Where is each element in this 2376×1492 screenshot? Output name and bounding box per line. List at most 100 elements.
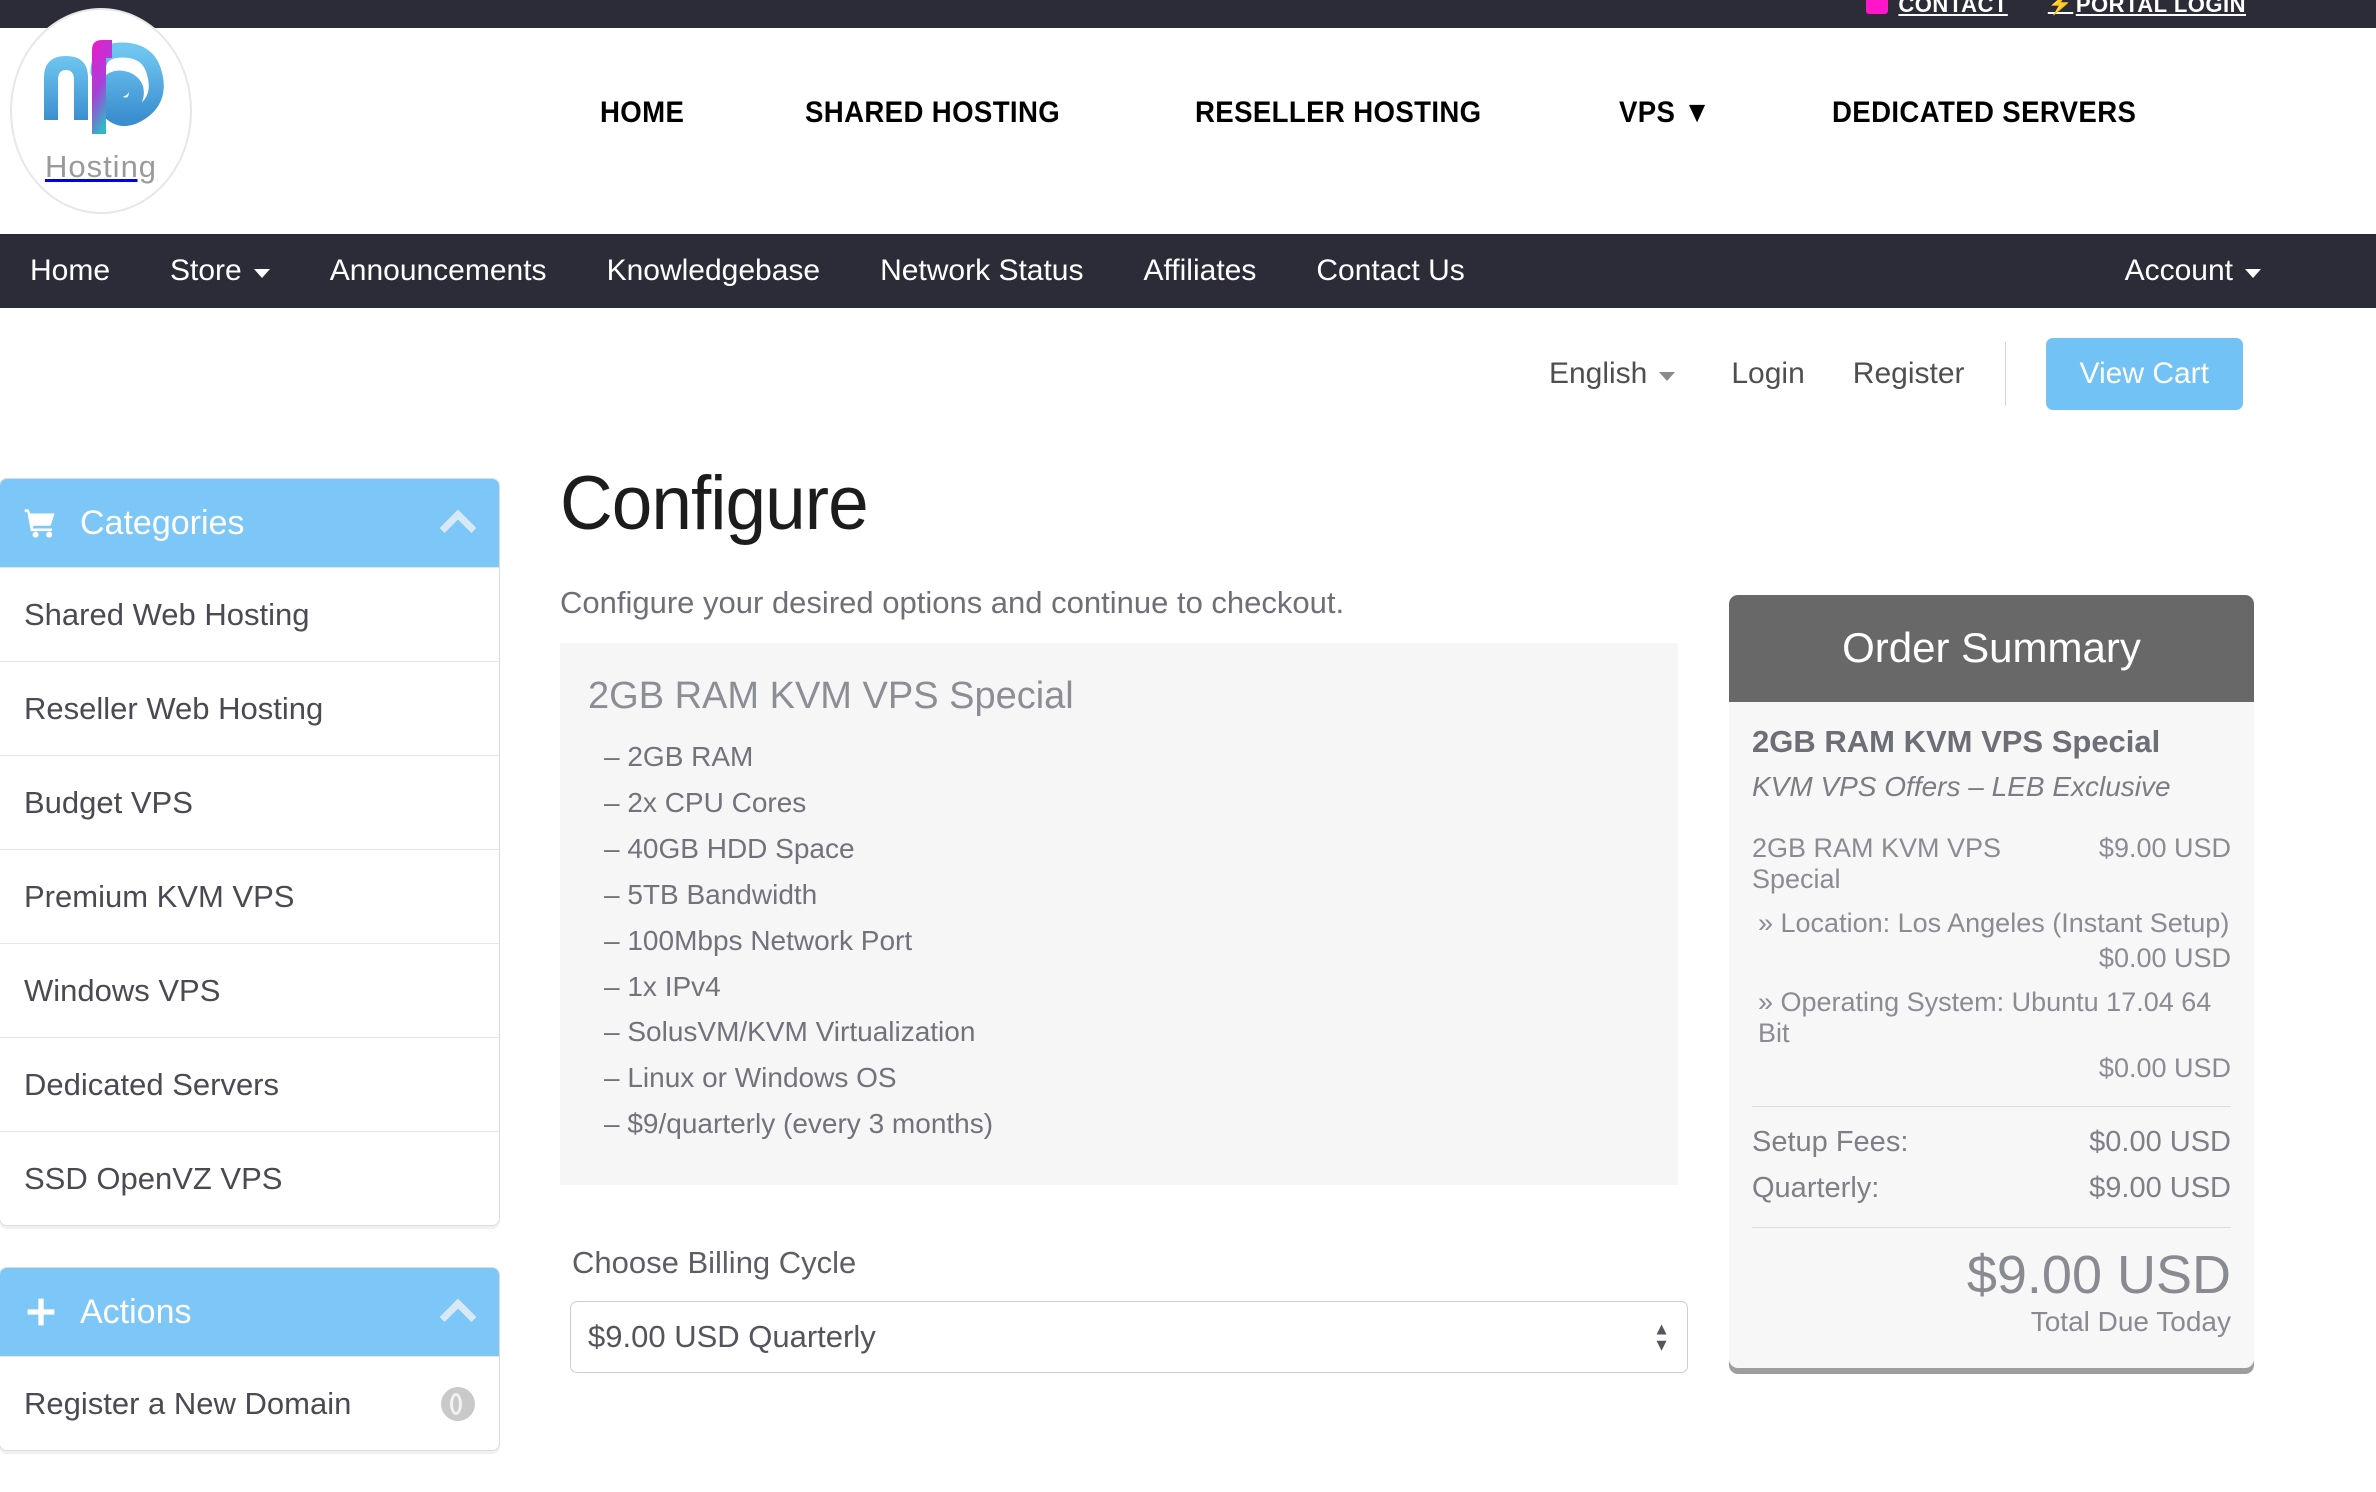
summary-setup-fees-value: $0.00 USD bbox=[2089, 1126, 2231, 1158]
summary-config-price: $0.00 USD bbox=[2098, 1053, 2231, 1083]
actions-panel: Actions Register a New Domain bbox=[0, 1267, 500, 1451]
order-summary-heading: Order Summary bbox=[1729, 595, 2254, 702]
top-contact-link[interactable]: CONTACT bbox=[1866, 0, 2007, 18]
top-portal-login-link[interactable]: ⚡ PORTAL LOGIN bbox=[2048, 0, 2246, 18]
billing-cycle-select-wrapper: $9.00 USD Quarterly ▲ ▼ bbox=[570, 1301, 1688, 1374]
login-link[interactable]: Login bbox=[1731, 357, 1804, 391]
subnav-item-home[interactable]: Home bbox=[0, 254, 140, 288]
nav-vps-dropdown[interactable]: VPS ▼ bbox=[1619, 96, 1711, 130]
summary-quarterly-value: $9.00 USD bbox=[2089, 1172, 2231, 1204]
subnav-item-account[interactable]: Account bbox=[2095, 254, 2291, 288]
subnav-label-store: Store bbox=[170, 254, 242, 287]
summary-setup-fees-label: Setup Fees: bbox=[1752, 1126, 1909, 1158]
user-action-bar: English Login Register View Cart bbox=[0, 308, 2376, 440]
chevron-down-icon bbox=[1659, 371, 1676, 381]
subnav-label-announcements: Announcements bbox=[329, 254, 547, 287]
product-feature: – $9/quarterly (every 3 months) bbox=[604, 1108, 994, 1140]
product-summary-box: 2GB RAM KVM VPS Special – 2GB RAM – 2x C… bbox=[560, 643, 1678, 1186]
subnav-label-home: Home bbox=[30, 254, 111, 287]
nf6-logo-icon bbox=[44, 39, 164, 134]
sidebar-item-label: Windows VPS bbox=[24, 972, 221, 1008]
primary-navigation: HOME SHARED HOSTING RESELLER HOSTING VPS… bbox=[600, 96, 2163, 130]
sidebar-item-register-new-domain[interactable]: Register a New Domain bbox=[0, 1356, 499, 1450]
subnav-item-network-status[interactable]: Network Status bbox=[850, 254, 1113, 288]
product-feature: – 5TB Bandwidth bbox=[604, 878, 818, 910]
main-content: Configure Configure your desired options… bbox=[560, 460, 1710, 1374]
product-feature: – SolusVM/KVM Virtualization bbox=[604, 1016, 976, 1048]
subnav-item-announcements[interactable]: Announcements bbox=[300, 254, 577, 288]
categories-panel-title: Categories bbox=[80, 503, 245, 542]
product-name: 2GB RAM KVM VPS Special bbox=[588, 675, 1074, 717]
billing-cycle-select[interactable]: $9.00 USD Quarterly bbox=[570, 1301, 1688, 1374]
summary-total-label: Total Due Today bbox=[2030, 1305, 2231, 1337]
top-contact-bar: CONTACT ⚡ PORTAL LOGIN bbox=[0, 0, 2376, 28]
order-summary-panel: Order Summary 2GB RAM KVM VPS Special KV… bbox=[1729, 595, 2254, 1368]
chevron-down-icon bbox=[253, 268, 270, 278]
summary-base-label: 2GB RAM KVM VPS Special bbox=[1752, 833, 2002, 894]
top-contact-label: CONTACT bbox=[1898, 0, 2008, 17]
nav-reseller-hosting[interactable]: RESELLER HOSTING bbox=[1195, 96, 1482, 130]
billing-cycle-label: Choose Billing Cycle bbox=[572, 1245, 857, 1281]
left-sidebar: Categories Shared Web Hosting Reseller W… bbox=[0, 478, 500, 1492]
envelope-icon bbox=[1866, 0, 1889, 14]
nav-home[interactable]: HOME bbox=[600, 96, 684, 130]
categories-panel: Categories Shared Web Hosting Reseller W… bbox=[0, 478, 500, 1226]
subnav-item-affiliates[interactable]: Affiliates bbox=[1114, 254, 1287, 288]
nav-shared-hosting[interactable]: SHARED HOSTING bbox=[805, 96, 1060, 130]
summary-config-label: » Location: Los Angeles (Instant Setup) bbox=[1758, 908, 2230, 938]
sidebar-item-label: Reseller Web Hosting bbox=[24, 690, 324, 726]
secondary-nav-right: Account bbox=[2095, 254, 2376, 288]
subnav-label-account: Account bbox=[2124, 254, 2233, 287]
categories-panel-header[interactable]: Categories bbox=[0, 479, 499, 567]
subnav-label-affiliates: Affiliates bbox=[1143, 254, 1257, 287]
product-feature: – 2x CPU Cores bbox=[604, 786, 807, 818]
sidebar-item-label: Premium KVM VPS bbox=[24, 878, 295, 914]
product-feature: – Linux or Windows OS bbox=[604, 1062, 897, 1094]
divider bbox=[2004, 342, 2006, 406]
globe-icon bbox=[441, 1386, 475, 1421]
actions-panel-header[interactable]: Actions bbox=[0, 1268, 499, 1356]
divider bbox=[1752, 1227, 2231, 1228]
summary-config-price: $0.00 USD bbox=[2098, 943, 2231, 973]
sidebar-item-ssd-openvz-vps[interactable]: SSD OpenVZ VPS bbox=[0, 1131, 499, 1225]
site-logo[interactable]: Hosting bbox=[10, 8, 192, 214]
language-selector[interactable]: English bbox=[1548, 357, 1676, 391]
sidebar-item-shared-web-hosting[interactable]: Shared Web Hosting bbox=[0, 567, 499, 661]
summary-setup-fees-row: Setup Fees: $0.00 USD bbox=[1752, 1126, 2231, 1159]
sidebar-item-windows-vps[interactable]: Windows VPS bbox=[0, 943, 499, 1037]
language-label: English bbox=[1548, 357, 1648, 390]
chevron-up-icon[interactable] bbox=[439, 509, 477, 547]
summary-base-price: $9.00 USD bbox=[2098, 833, 2231, 863]
summary-quarterly-row: Quarterly: $9.00 USD bbox=[1752, 1172, 2231, 1205]
page-title: Configure bbox=[560, 461, 869, 546]
subnav-item-contact-us[interactable]: Contact Us bbox=[1286, 254, 1494, 288]
view-cart-button[interactable]: View Cart bbox=[2045, 338, 2243, 410]
logo-subtext: Hosting bbox=[44, 148, 158, 184]
subnav-item-knowledgebase[interactable]: Knowledgebase bbox=[577, 254, 851, 288]
sidebar-item-label: SSD OpenVZ VPS bbox=[24, 1160, 283, 1196]
nav-dedicated-servers[interactable]: DEDICATED SERVERS bbox=[1832, 96, 2136, 130]
chevron-up-icon[interactable] bbox=[439, 1298, 477, 1336]
product-feature: – 100Mbps Network Port bbox=[604, 924, 913, 956]
sidebar-item-premium-kvm-vps[interactable]: Premium KVM VPS bbox=[0, 849, 499, 943]
subnav-label-network-status: Network Status bbox=[880, 254, 1084, 287]
sidebar-item-label: Dedicated Servers bbox=[24, 1066, 280, 1102]
subnav-item-store[interactable]: Store bbox=[140, 254, 300, 288]
summary-quarterly-label: Quarterly: bbox=[1752, 1172, 1880, 1204]
actions-panel-title: Actions bbox=[80, 1292, 192, 1331]
bolt-icon: ⚡ bbox=[2047, 0, 2074, 16]
register-link[interactable]: Register bbox=[1853, 357, 1965, 391]
sidebar-item-label: Shared Web Hosting bbox=[24, 596, 310, 632]
subnav-label-contact-us: Contact Us bbox=[1316, 254, 1465, 287]
sidebar-item-dedicated-servers[interactable]: Dedicated Servers bbox=[0, 1037, 499, 1131]
site-header: Hosting HOME SHARED HOSTING RESELLER HOS… bbox=[0, 8, 2376, 231]
chevron-down-icon bbox=[2245, 268, 2261, 278]
subnav-label-knowledgebase: Knowledgebase bbox=[606, 254, 821, 287]
product-feature: – 40GB HDD Space bbox=[604, 832, 855, 864]
sidebar-item-label: Register a New Domain bbox=[24, 1385, 352, 1421]
sidebar-item-label: Budget VPS bbox=[24, 784, 193, 820]
sidebar-item-reseller-web-hosting[interactable]: Reseller Web Hosting bbox=[0, 661, 499, 755]
sidebar-item-budget-vps[interactable]: Budget VPS bbox=[0, 755, 499, 849]
cart-icon bbox=[18, 508, 64, 538]
top-portal-login-label: PORTAL LOGIN bbox=[2075, 0, 2246, 17]
